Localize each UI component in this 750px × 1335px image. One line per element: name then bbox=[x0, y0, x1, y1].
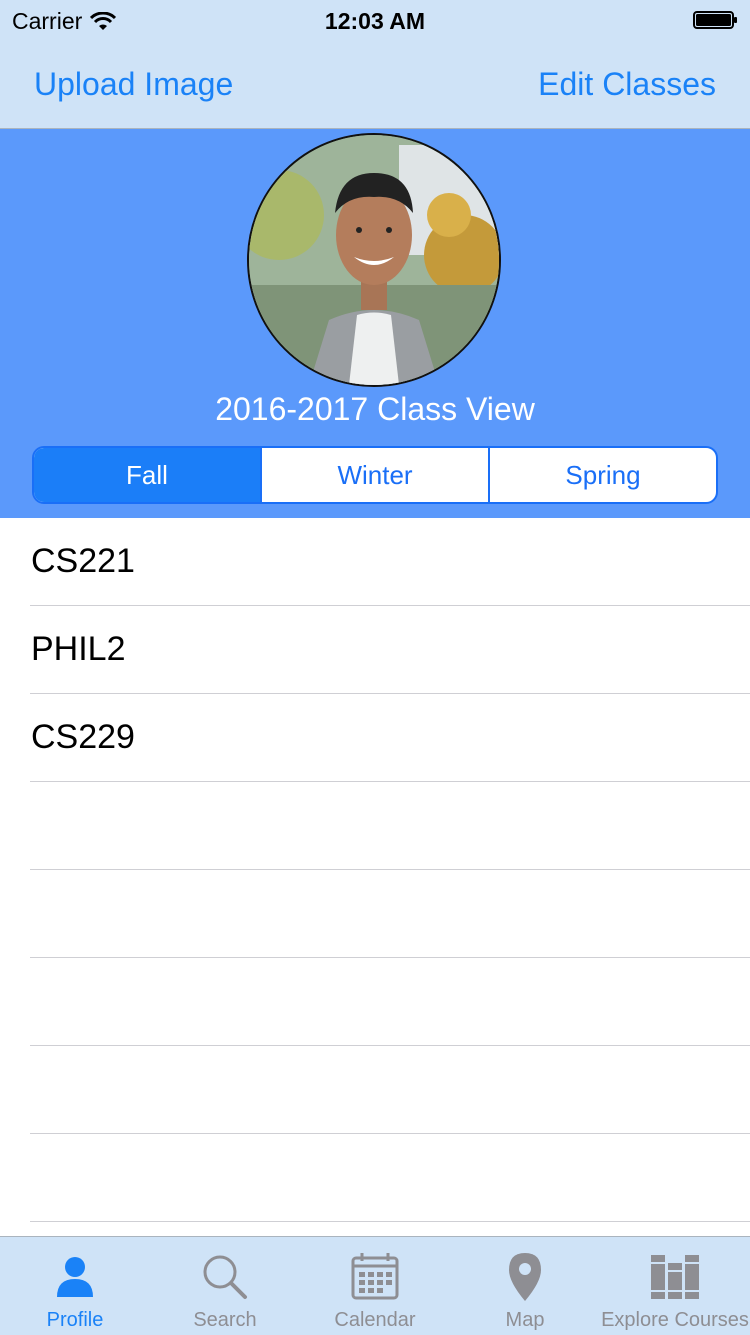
books-icon bbox=[651, 1255, 699, 1299]
tab-label: Calendar bbox=[334, 1309, 416, 1331]
class-label: CS221 bbox=[31, 542, 135, 580]
upload-image-button[interactable]: Upload Image bbox=[34, 66, 233, 103]
status-time: 12:03 AM bbox=[324, 8, 426, 34]
tab-profile[interactable]: Profile bbox=[0, 1237, 150, 1335]
list-item[interactable] bbox=[0, 958, 750, 1046]
avatar bbox=[247, 133, 501, 387]
tab-search[interactable]: Search bbox=[150, 1237, 300, 1335]
tab-label: Search bbox=[193, 1309, 257, 1331]
class-view-title: 2016-2017 Class View bbox=[215, 391, 535, 427]
segment-winter[interactable]: Winter bbox=[260, 448, 488, 502]
list-item[interactable] bbox=[0, 1046, 750, 1134]
class-label: CS229 bbox=[31, 718, 135, 756]
list-item[interactable]: CS229 bbox=[0, 694, 750, 782]
profile-header: 2016-2017 Class View Fall Winter Spring bbox=[0, 129, 750, 518]
navigation-bar: Carrier 12:03 AM Upload Image Edit Class… bbox=[0, 0, 750, 129]
status-bar: Carrier 12:03 AM bbox=[0, 0, 750, 40]
segment-fall[interactable]: Fall bbox=[34, 448, 260, 502]
tab-explore-courses[interactable]: Explore Courses bbox=[600, 1237, 750, 1335]
list-item[interactable] bbox=[0, 1134, 750, 1222]
list-item[interactable] bbox=[0, 782, 750, 870]
tab-label: Explore Courses bbox=[601, 1309, 749, 1331]
term-segmented-control: Fall Winter Spring bbox=[32, 446, 718, 504]
tab-calendar[interactable]: Calendar bbox=[300, 1237, 450, 1335]
battery-icon bbox=[693, 11, 737, 29]
list-item[interactable]: CS221 bbox=[0, 518, 750, 606]
profile-photo bbox=[249, 135, 499, 385]
tab-label: Profile bbox=[46, 1309, 104, 1331]
list-item[interactable] bbox=[0, 870, 750, 958]
calendar-icon bbox=[351, 1253, 399, 1300]
segment-spring[interactable]: Spring bbox=[488, 448, 716, 502]
class-list: CS221 PHIL2 CS229 bbox=[0, 518, 750, 1222]
map-pin-icon bbox=[509, 1253, 541, 1301]
person-icon bbox=[57, 1257, 93, 1297]
class-label: PHIL2 bbox=[31, 630, 126, 668]
list-item[interactable]: PHIL2 bbox=[0, 606, 750, 694]
tab-bar: Profile Search Calendar Map Explore Cour… bbox=[0, 1236, 750, 1335]
edit-classes-button[interactable]: Edit Classes bbox=[538, 66, 716, 103]
row-divider bbox=[30, 1221, 750, 1222]
magnifier-icon bbox=[203, 1255, 247, 1299]
tab-label: Map bbox=[505, 1309, 545, 1331]
tab-map[interactable]: Map bbox=[450, 1237, 600, 1335]
